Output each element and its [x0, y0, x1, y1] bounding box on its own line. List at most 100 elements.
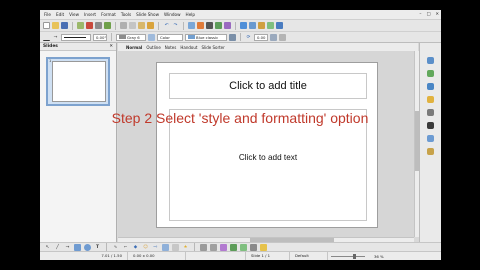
open-folder-icon[interactable] [52, 22, 59, 29]
gallery-toolbar-icon[interactable] [267, 22, 274, 29]
area-icon[interactable] [148, 33, 155, 41]
chart-icon[interactable] [197, 22, 204, 29]
properties-icon[interactable] [427, 57, 434, 64]
tab-normal[interactable]: Normal [126, 45, 142, 50]
toolbar-separator [115, 21, 116, 30]
menu-slide-show[interactable]: Slide Show [136, 12, 159, 17]
export-pdf-icon[interactable] [86, 22, 93, 29]
toolbar-separator [235, 21, 236, 30]
image-icon[interactable] [215, 22, 222, 29]
menu-insert[interactable]: Insert [84, 12, 96, 17]
block-arrows-icon[interactable]: ⇨ [152, 244, 159, 251]
fontwork-icon[interactable] [224, 22, 231, 29]
curve-tool-icon[interactable]: ∿ [112, 244, 119, 251]
glue-points-icon[interactable] [210, 243, 217, 251]
line-style-select[interactable] [61, 33, 91, 41]
print-icon[interactable] [95, 22, 102, 29]
menu-tools[interactable]: Tools [121, 12, 131, 17]
flowchart-icon[interactable] [162, 243, 169, 251]
angle-field[interactable]: 0.00 [254, 33, 268, 41]
copy-icon[interactable] [129, 22, 136, 29]
slide-thumbnail[interactable]: 1 [46, 57, 110, 106]
line-tool-icon[interactable]: ╱ [54, 244, 61, 251]
new-document-icon[interactable] [43, 22, 50, 29]
zoom-slider[interactable] [331, 253, 365, 259]
edit-file-icon[interactable] [77, 22, 84, 29]
slide-editing-area: Click to add title Click to add text [118, 51, 414, 237]
rectangle-tool-icon[interactable] [74, 243, 81, 251]
slides-pane-close-icon[interactable]: ✕ [109, 43, 113, 50]
gallery-drawbar-icon[interactable] [240, 243, 247, 251]
align-icon[interactable] [270, 33, 277, 41]
paste-icon[interactable] [138, 22, 145, 29]
line-color-select[interactable]: Gray 6 [116, 33, 146, 41]
points-icon[interactable] [200, 243, 207, 251]
zoom-slider-knob[interactable] [353, 253, 356, 259]
standard-toolbar: ↶ ↷ [40, 19, 441, 31]
maximize-button[interactable]: □ [427, 11, 431, 16]
area-color-select[interactable]: Blue classic [185, 33, 227, 41]
slide-show-icon[interactable] [240, 22, 247, 29]
toolbar-separator [194, 243, 195, 251]
menu-edit[interactable]: Edit [56, 12, 64, 17]
tab-notes[interactable]: Notes [165, 45, 177, 50]
close-window-button[interactable]: ✕ [435, 11, 439, 16]
content-placeholder-text: Click to add text [238, 153, 298, 162]
menu-help[interactable]: Help [186, 12, 196, 17]
connector-tool-icon[interactable]: ⌐ [122, 244, 129, 251]
basic-shapes-icon[interactable]: ◆ [132, 244, 139, 251]
styles-icon[interactable] [427, 70, 434, 77]
sidebar-deck [419, 43, 441, 242]
shadow-icon[interactable] [229, 33, 236, 41]
line-and-filling-toolbar: → 0.00" Gray 6 Color Blue classic ⟳ 0.00 [40, 31, 441, 43]
area-color-swatch [188, 35, 195, 39]
gallery-icon[interactable] [427, 83, 434, 90]
slide-canvas[interactable]: Click to add title Click to add text [156, 62, 378, 228]
extrusion-icon[interactable] [250, 243, 257, 251]
menu-file[interactable]: File [44, 12, 51, 17]
functions-icon[interactable] [427, 148, 434, 155]
filter-icon[interactable] [260, 243, 267, 251]
master-slides-icon[interactable] [427, 135, 434, 142]
ellipse-tool-icon[interactable] [84, 243, 91, 251]
toolbar-separator [240, 33, 241, 41]
symbol-shapes-icon[interactable]: ☺ [142, 244, 149, 251]
arrange-icon[interactable] [279, 33, 286, 41]
menu-view[interactable]: View [69, 12, 79, 17]
tab-handout[interactable]: Handout [180, 45, 197, 50]
spellcheck-icon[interactable] [104, 22, 111, 29]
toolbar-separator [72, 21, 73, 30]
slide-number: Slide 1 / 1 [246, 251, 290, 260]
area-fill-select[interactable]: Color [157, 33, 183, 41]
text-tool-icon[interactable]: T [94, 244, 101, 251]
arrow-tool-icon[interactable]: → [64, 244, 71, 251]
arrow-style-icon[interactable]: → [52, 34, 59, 41]
menu-format[interactable]: Format [101, 12, 116, 17]
clone-formatting-icon[interactable] [147, 22, 154, 29]
rotate-icon[interactable]: ⟳ [245, 34, 252, 41]
save-icon[interactable] [61, 22, 68, 29]
tab-outline[interactable]: Outline [146, 45, 160, 50]
tab-slide-sorter[interactable]: Slide Sorter [201, 45, 224, 50]
navigator-icon[interactable] [427, 96, 434, 103]
from-file-icon[interactable] [230, 243, 237, 251]
zoom-level[interactable]: 36 % [368, 254, 384, 259]
line-icon[interactable] [43, 34, 50, 41]
callouts-icon[interactable] [172, 243, 179, 251]
minimize-button[interactable]: – [419, 11, 421, 16]
hyperlink-icon[interactable] [249, 22, 256, 29]
table-icon[interactable] [188, 22, 195, 29]
redo-icon[interactable]: ↷ [172, 22, 179, 29]
fontwork-gallery-icon[interactable] [220, 243, 227, 251]
undo-icon[interactable]: ↶ [163, 22, 170, 29]
line-width-field[interactable]: 0.00" [93, 33, 107, 41]
title-placeholder[interactable]: Click to add title [169, 73, 367, 99]
menu-window[interactable]: Window [164, 12, 181, 17]
navigator-toolbar-icon[interactable] [258, 22, 265, 29]
select-icon[interactable]: ↖ [44, 244, 51, 251]
cut-icon[interactable] [120, 22, 127, 29]
movie-icon[interactable] [206, 22, 213, 29]
stars-icon[interactable]: ★ [182, 244, 189, 251]
help-icon[interactable] [276, 22, 283, 29]
slide-thumbnail-preview [52, 61, 106, 102]
